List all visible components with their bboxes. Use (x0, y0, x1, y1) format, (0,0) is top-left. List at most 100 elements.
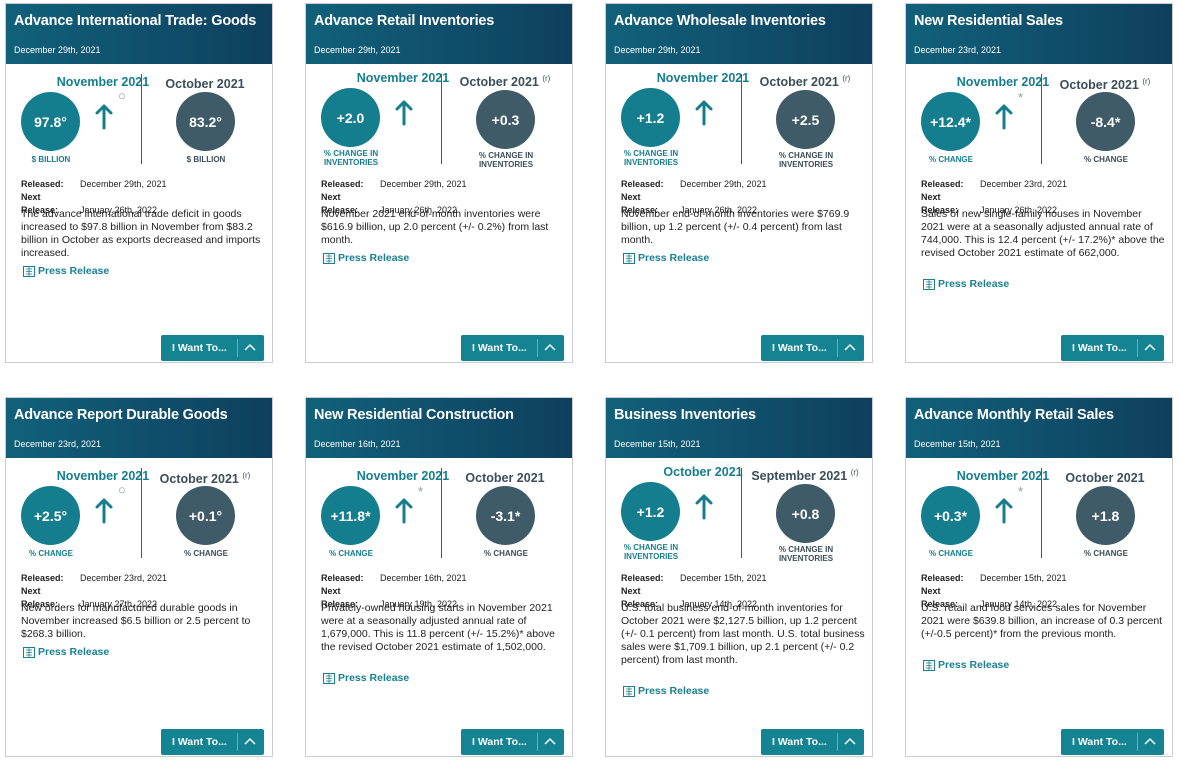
button-separator (237, 733, 238, 751)
current-unit-label: % CHANGE (928, 549, 973, 558)
released-label: Released: (921, 179, 964, 189)
revision-marker: ○ (118, 482, 126, 497)
released-label: Released: (21, 573, 64, 583)
press-release-label: Press Release (338, 252, 410, 264)
released-label: Released: (321, 179, 364, 189)
press-release-link[interactable]: Press Release (623, 685, 709, 697)
card-header: Business Inventories December 15th, 2021 (606, 398, 872, 458)
card-date: December 23rd, 2021 (14, 439, 102, 449)
card-title[interactable]: Advance Retail Inventories (314, 12, 564, 30)
indicator-card: Advance International Trade: Goods Decemb… (5, 3, 273, 363)
released-label: Released: (921, 573, 964, 583)
card-title[interactable]: Advance Monthly Retail Sales (914, 406, 1164, 424)
i-want-to-button[interactable]: I Want To... (1061, 335, 1164, 361)
current-value-circle: +0.3* (921, 486, 980, 545)
released-row: Released: December 29th, 2021 (621, 178, 767, 191)
released-row: Released: December 29th, 2021 (21, 178, 167, 191)
stats-divider (141, 74, 142, 164)
current-value-circle: +1.2 (621, 88, 680, 147)
i-want-to-label: I Want To... (472, 736, 527, 748)
press-release-label: Press Release (938, 659, 1010, 671)
stats-panel: November 2021 +0.3* *% CHANGE October 2021 +… (906, 458, 1172, 570)
previous-period-text: October 2021 (1059, 78, 1139, 93)
chevron-up-icon (1144, 343, 1156, 351)
card-header: Advance Monthly Retail Sales December 15t… (906, 398, 1172, 458)
previous-unit-label: % CHANGE (183, 549, 228, 558)
card-date: December 29th, 2021 (14, 45, 101, 55)
previous-period-text: October 2021 (759, 75, 839, 90)
press-release-link[interactable]: Press Release (323, 672, 409, 684)
previous-period-label: October 2021 (r) (746, 74, 864, 89)
current-unit-label: $ BILLION (31, 155, 71, 164)
previous-unit-label: % CHANGE IN INVENTORIES (778, 545, 834, 563)
chevron-up-icon (844, 737, 856, 745)
press-release-link[interactable]: Press Release (623, 252, 709, 264)
summary-text: November end-of-month inventories were $… (621, 208, 850, 246)
i-want-to-button[interactable]: I Want To... (461, 335, 564, 361)
press-release-link[interactable]: Press Release (23, 265, 109, 277)
document-icon (23, 646, 35, 658)
i-want-to-button[interactable]: I Want To... (1061, 729, 1164, 755)
revised-note: (r) (242, 471, 251, 480)
summary-text: New orders for manufactured durable good… (21, 602, 251, 640)
card-title[interactable]: New Residential Sales (914, 12, 1164, 30)
previous-period-text: October 2021 (159, 472, 239, 487)
i-want-to-button[interactable]: I Want To... (761, 729, 864, 755)
card-title[interactable]: Advance Report Durable Goods (14, 406, 264, 424)
i-want-to-label: I Want To... (472, 342, 527, 354)
previous-period-text: October 2021 (459, 75, 539, 90)
released-date: December 15th, 2021 (680, 573, 767, 583)
document-icon (323, 252, 335, 264)
card-title[interactable]: Business Inventories (614, 406, 864, 424)
indicator-card: Business Inventories December 15th, 2021 O… (605, 397, 873, 757)
up-arrow-icon (995, 498, 1013, 524)
i-want-to-button[interactable]: I Want To... (461, 729, 564, 755)
previous-period-label: October 2021 (r) (146, 471, 264, 486)
chevron-up-icon (244, 343, 256, 351)
previous-unit-label: % CHANGE IN INVENTORIES (778, 151, 834, 169)
card-title[interactable]: Advance Wholesale Inventories (614, 12, 864, 30)
i-want-to-button[interactable]: I Want To... (161, 729, 264, 755)
previous-period-label: October 2021 (r) (1046, 77, 1164, 92)
previous-value-circle: +0.1° (176, 486, 235, 545)
i-want-to-button[interactable]: I Want To... (161, 335, 264, 361)
previous-unit-label: % CHANGE (1083, 155, 1128, 164)
document-icon (623, 252, 635, 264)
previous-value-circle: -8.4* (1076, 92, 1135, 151)
button-separator (837, 339, 838, 357)
previous-period-label: October 2021 (r) (446, 74, 564, 89)
chevron-up-icon (544, 343, 556, 351)
previous-value-circle: -3.1* (476, 486, 535, 545)
current-value-circle: +1.2 (621, 482, 680, 541)
i-want-to-button[interactable]: I Want To... (761, 335, 864, 361)
card-date: December 15th, 2021 (914, 439, 1001, 449)
released-row: Released: December 29th, 2021 (321, 178, 467, 191)
i-want-to-label: I Want To... (172, 342, 227, 354)
previous-period-text: October 2021 (165, 77, 245, 91)
released-date: December 15th, 2021 (980, 573, 1067, 583)
up-arrow-icon (395, 498, 413, 524)
current-unit-label: % CHANGE (328, 549, 373, 558)
i-want-to-label: I Want To... (1072, 342, 1127, 354)
press-release-link[interactable]: Press Release (923, 659, 1009, 671)
revised-note: (r) (1142, 77, 1151, 86)
document-icon (323, 672, 335, 684)
press-release-link[interactable]: Press Release (323, 252, 409, 264)
press-release-link[interactable]: Press Release (923, 278, 1009, 290)
up-arrow-icon (695, 494, 713, 520)
card-header: New Residential Construction December 16t… (306, 398, 572, 458)
press-release-link[interactable]: Press Release (23, 646, 109, 658)
released-row: Released: December 23rd, 2021 (21, 572, 167, 585)
indicator-card: New Residential Construction December 16t… (305, 397, 573, 757)
card-title[interactable]: Advance International Trade: Goods (14, 12, 264, 30)
summary-text: The advance international trade deficit … (21, 208, 261, 259)
card-title[interactable]: New Residential Construction (314, 406, 564, 424)
up-arrow-icon (95, 104, 113, 130)
revision-marker: * (418, 484, 424, 499)
previous-value-circle: +0.8 (776, 484, 835, 543)
released-row: Released: December 23rd, 2021 (921, 178, 1067, 191)
revised-note: (r) (542, 74, 551, 83)
current-value-circle: +12.4* (921, 92, 980, 151)
released-row: Released: December 16th, 2021 (321, 572, 467, 585)
chevron-up-icon (244, 737, 256, 745)
